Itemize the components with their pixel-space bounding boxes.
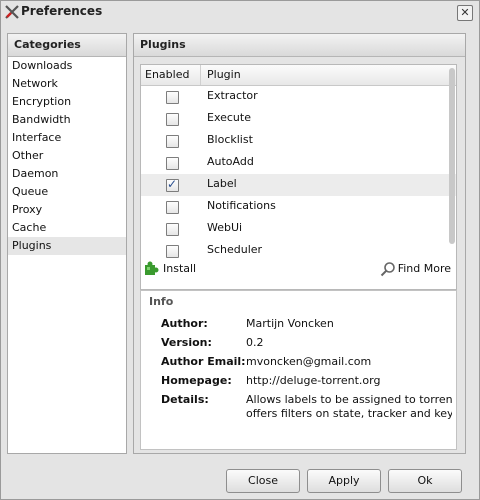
plugin-name: WebUi [207, 221, 243, 234]
plugin-name: Extractor [207, 89, 258, 102]
author-label: Author: [161, 317, 208, 330]
plugin-name: AutoAdd [207, 155, 254, 168]
categories-panel: Categories Downloads Network Encryption Ban… [7, 33, 127, 454]
plugins-panel: Plugins Enabled Plugin Extractor Execute B… [133, 33, 466, 454]
puzzle-icon [145, 261, 159, 275]
plugin-row[interactable]: Extractor [141, 86, 456, 108]
plugin-row[interactable]: AutoAdd [141, 152, 456, 174]
category-item-proxy[interactable]: Proxy [8, 201, 126, 219]
category-item-cache[interactable]: Cache [8, 219, 126, 237]
install-label: Install [163, 262, 197, 275]
category-item-interface[interactable]: Interface [8, 129, 126, 147]
category-item-network[interactable]: Network [8, 75, 126, 93]
category-item-downloads[interactable]: Downloads [8, 57, 126, 75]
plugin-enabled-checkbox[interactable] [166, 223, 179, 236]
info-box: Info Author: Martijn Voncken Version: 0.… [140, 290, 457, 450]
details-value: Allows labels to be assigned to torrents… [246, 393, 452, 420]
details-label: Details: [161, 393, 209, 406]
details-line-2: offers filters on state, tracker and key… [246, 407, 452, 420]
homepage-label: Homepage: [161, 374, 232, 387]
plugin-enabled-checkbox[interactable] [166, 201, 179, 214]
checkmark-icon: ✓ [167, 177, 178, 191]
category-item-other[interactable]: Other [8, 147, 126, 165]
author-email-value: mvoncken@gmail.com [246, 355, 372, 368]
categories-list: Downloads Network Encryption Bandwidth Inter… [8, 57, 126, 255]
version-label: Version: [161, 336, 212, 349]
plugin-name: Blocklist [207, 133, 253, 146]
plugin-enabled-checkbox[interactable] [166, 245, 179, 258]
plugins-grid-header: Enabled Plugin [141, 65, 456, 86]
author-email-label: Author Email: [161, 355, 246, 368]
plugins-scrollbar[interactable] [449, 68, 455, 244]
plugins-grid: Enabled Plugin Extractor Execute Blocklist… [140, 64, 457, 290]
plugin-name: Label [207, 177, 237, 190]
close-button[interactable]: Close [226, 469, 300, 493]
category-item-daemon[interactable]: Daemon [8, 165, 126, 183]
homepage-value: http://deluge-torrent.org [246, 374, 381, 387]
find-more-button[interactable]: Find More [380, 261, 451, 277]
plugins-rows: Extractor Execute Blocklist AutoAdd ✓ Label No… [141, 86, 456, 262]
deluge-icon [5, 5, 19, 19]
ok-button[interactable]: Ok [388, 469, 462, 493]
magnifier-icon [380, 262, 395, 277]
column-enabled[interactable]: Enabled [141, 65, 201, 85]
plugins-header: Plugins [134, 34, 465, 57]
apply-button[interactable]: Apply [307, 469, 381, 493]
install-button[interactable]: Install [144, 261, 196, 277]
close-window-button[interactable]: ✕ [457, 5, 473, 21]
category-item-encryption[interactable]: Encryption [8, 93, 126, 111]
plugin-enabled-checkbox[interactable] [166, 91, 179, 104]
plugins-toolbar: Install Find More [140, 258, 455, 280]
plugin-name: Execute [207, 111, 251, 124]
plugin-name: Scheduler [207, 243, 263, 256]
plugin-row[interactable]: ✓ Label [141, 174, 456, 196]
plugin-enabled-checkbox[interactable] [166, 113, 179, 126]
author-value: Martijn Voncken [246, 317, 334, 330]
details-line-1: Allows labels to be assigned to torrents… [246, 393, 452, 406]
plugin-row[interactable]: Execute [141, 108, 456, 130]
plugin-enabled-checkbox[interactable] [166, 157, 179, 170]
plugin-row[interactable]: Notifications [141, 196, 456, 218]
preferences-window: Preferences ✕ Categories Downloads Networ… [0, 0, 480, 500]
plugin-enabled-checkbox[interactable] [166, 135, 179, 148]
column-plugin[interactable]: Plugin [202, 65, 241, 85]
plugin-enabled-checkbox[interactable]: ✓ [166, 177, 179, 192]
plugin-row[interactable]: Blocklist [141, 130, 456, 152]
version-value: 0.2 [246, 336, 264, 349]
category-item-plugins[interactable]: Plugins [8, 237, 126, 255]
find-more-label: Find More [397, 262, 451, 275]
plugin-row[interactable]: WebUi [141, 218, 456, 240]
categories-header: Categories [8, 34, 126, 57]
title-bar: Preferences ✕ [1, 1, 479, 25]
plugin-name: Notifications [207, 199, 276, 212]
info-legend: Info [149, 295, 174, 308]
category-item-queue[interactable]: Queue [8, 183, 126, 201]
category-item-bandwidth[interactable]: Bandwidth [8, 111, 126, 129]
window-title: Preferences [21, 4, 103, 18]
